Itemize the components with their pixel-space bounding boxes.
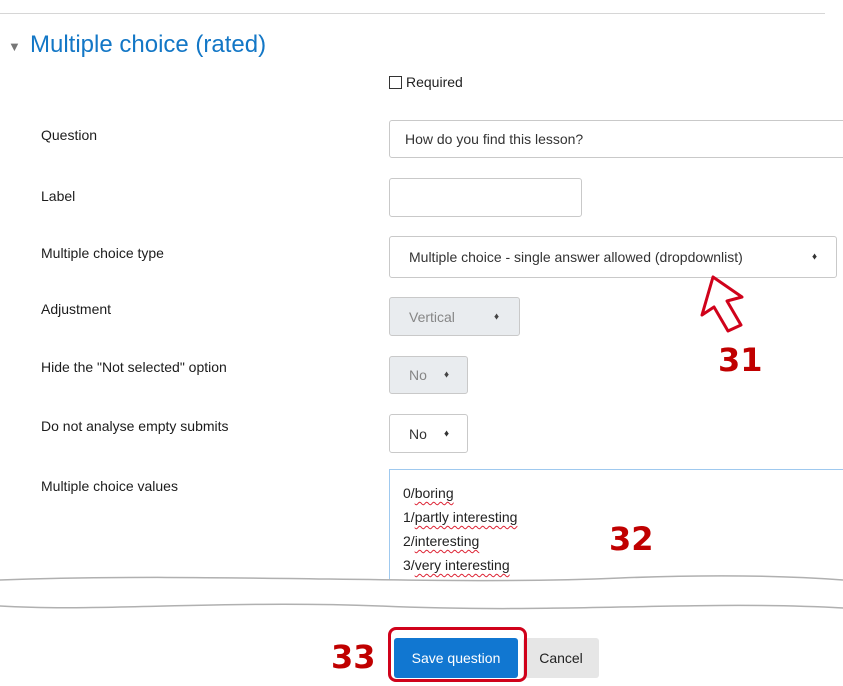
choice-value-line: 1/partly interesting — [403, 509, 518, 525]
callout-31: 31 — [718, 341, 763, 379]
choice-type-label: Multiple choice type — [41, 245, 164, 261]
cancel-button[interactable]: Cancel — [523, 638, 599, 678]
choice-value-line: 0/boring — [403, 485, 454, 501]
label-field-label: Label — [41, 188, 76, 204]
choice-value-line: 2/interesting — [403, 533, 480, 549]
select-arrows-icon: ♦ — [494, 311, 500, 322]
no-analyse-empty-label: Do not analyse empty submits — [41, 418, 229, 434]
choice-values-label: Multiple choice values — [41, 478, 178, 494]
section-title[interactable]: Multiple choice (rated) — [30, 28, 266, 62]
hide-not-selected-value: No — [409, 367, 427, 383]
highlight-box — [388, 627, 527, 682]
adjustment-value: Vertical — [409, 308, 455, 325]
choice-type-select[interactable]: Multiple choice - single answer allowed … — [389, 236, 837, 278]
no-analyse-empty-select[interactable]: No ♦ — [389, 414, 468, 453]
top-divider — [0, 13, 825, 14]
select-arrows-icon: ♦ — [812, 251, 818, 263]
hide-not-selected-select[interactable]: No ♦ — [389, 356, 468, 394]
question-input[interactable]: How do you find this lesson? — [389, 120, 843, 158]
callout-33: 33 — [331, 638, 376, 676]
question-input-value: How do you find this lesson? — [405, 131, 584, 147]
required-checkbox[interactable] — [389, 76, 402, 89]
adjustment-select[interactable]: Vertical ♦ — [389, 297, 520, 336]
hide-not-selected-label: Hide the "Not selected" option — [41, 359, 227, 375]
callout-32: 32 — [609, 520, 654, 558]
collapse-triangle-icon[interactable]: ▼ — [8, 40, 21, 54]
page-break-divider — [0, 575, 843, 610]
question-label: Question — [41, 127, 98, 143]
select-arrows-icon: ♦ — [444, 369, 450, 381]
adjustment-label: Adjustment — [41, 301, 112, 317]
required-label: Required — [406, 74, 463, 90]
no-analyse-empty-value: No — [409, 425, 427, 442]
label-input[interactable] — [389, 178, 582, 217]
mouse-cursor-icon — [700, 275, 744, 333]
choice-type-value: Multiple choice - single answer allowed … — [409, 249, 743, 265]
select-arrows-icon: ♦ — [444, 428, 450, 439]
